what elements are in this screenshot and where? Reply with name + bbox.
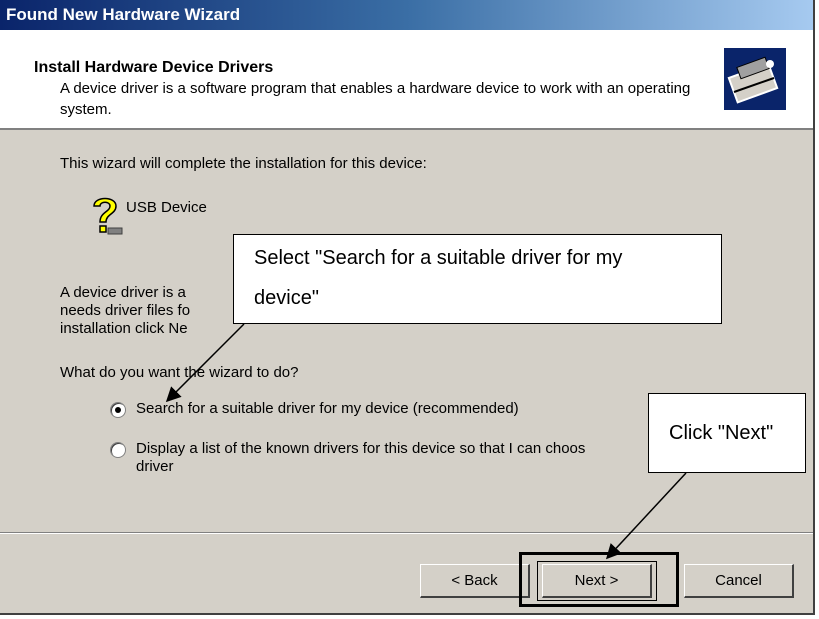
intro-text: This wizard will complete the installati… [60, 155, 427, 172]
callout-select-search-line2: device" [254, 287, 319, 309]
driver-text-line2: needs driver files fo [60, 302, 191, 319]
question-device-icon [84, 192, 124, 240]
callout-select-search: Select "Search for a suitable driver for… [233, 234, 722, 324]
radio-list[interactable] [110, 442, 126, 458]
button-separator [0, 532, 813, 534]
next-highlight-box [519, 552, 679, 607]
wizard-header: Install Hardware Device Drivers A device… [0, 30, 813, 130]
driver-text-line1: A device driver is a [60, 284, 186, 301]
device-name: USB Device [126, 199, 207, 216]
hardware-install-icon [724, 48, 786, 110]
option-search[interactable]: Search for a suitable driver for my devi… [110, 400, 630, 422]
callout-click-next-text: Click "Next" [669, 422, 774, 444]
question-text: What do you want the wizard to do? [60, 364, 299, 381]
title-bar: Found New Hardware Wizard [0, 0, 813, 30]
option-search-label: Search for a suitable driver for my devi… [136, 400, 519, 417]
option-list[interactable]: Display a list of the known drivers for … [110, 440, 670, 484]
back-button[interactable]: < Back [420, 564, 530, 598]
radio-search[interactable] [110, 402, 126, 418]
header-subtitle: A device driver is a software program th… [60, 80, 691, 118]
option-list-label-line2: driver [136, 458, 174, 475]
callout-select-search-line1: Select "Search for a suitable driver for… [254, 247, 623, 269]
radio-selected-dot [115, 407, 121, 413]
callout-click-next: Click "Next" [648, 393, 806, 473]
option-list-label-line1: Display a list of the known drivers for … [136, 440, 586, 457]
driver-text-line3: installation click Ne [60, 320, 188, 337]
cancel-button[interactable]: Cancel [684, 564, 794, 598]
header-title: Install Hardware Device Drivers [34, 59, 274, 76]
